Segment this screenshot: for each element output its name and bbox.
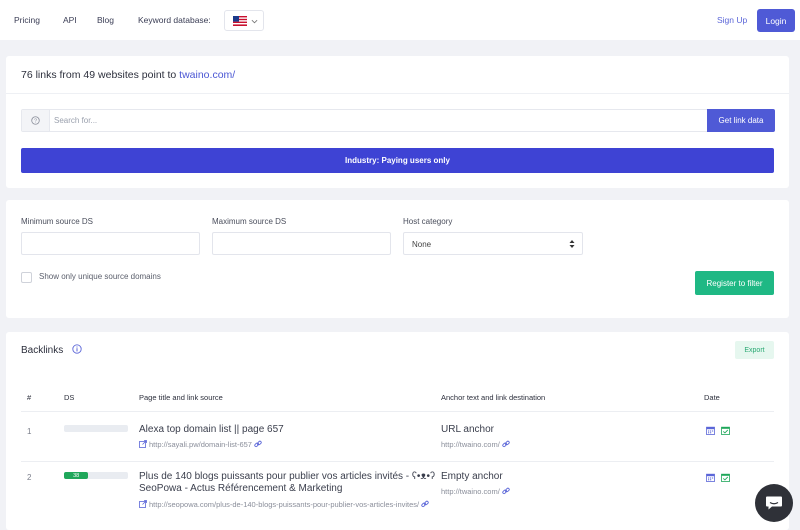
ds-fill: 38: [64, 472, 89, 479]
ds-bar: 38: [64, 472, 128, 479]
link-chain-icon: [502, 440, 510, 448]
source-url: http://sayali.pw/domain-list-657: [149, 440, 252, 449]
us-flag-icon: [233, 16, 247, 26]
unique-domains-label[interactable]: Show only unique source domains: [39, 272, 161, 281]
calendar-icon[interactable]: [706, 473, 715, 482]
help-circle-icon: ?: [31, 116, 40, 125]
host-category-value: None: [412, 240, 432, 249]
page-title-link[interactable]: Plus de 140 blogs puissants pour publier…: [139, 471, 439, 495]
destination-link[interactable]: http://twaino.com/: [441, 487, 510, 496]
row-number: 2: [27, 473, 32, 482]
sign-up-link[interactable]: Sign Up: [717, 15, 747, 25]
min-ds-input[interactable]: [21, 232, 200, 255]
links-summary-text: 76 links from 49 websites point to: [21, 69, 180, 81]
help-icon-box[interactable]: ?: [22, 110, 50, 131]
page-title-link[interactable]: Alexa top domain list || page 657: [139, 424, 439, 436]
get-link-data-button[interactable]: Get link data: [707, 109, 775, 132]
links-summary: 76 links from 49 websites point to twain…: [21, 69, 235, 81]
login-button[interactable]: Login: [757, 9, 795, 32]
row-divider: [21, 461, 774, 462]
source-url: http://seopowa.com/plus-de-140-blogs-pui…: [149, 500, 420, 509]
nav-blog-link[interactable]: Blog: [97, 15, 114, 25]
industry-button[interactable]: Industry: Paying users only: [21, 148, 774, 173]
link-chain-icon: [421, 500, 429, 508]
column-header-page-title: Page title and link source: [139, 393, 223, 402]
source-link[interactable]: http://seopowa.com/plus-de-140-blogs-pui…: [139, 500, 439, 510]
search-input[interactable]: [54, 110, 704, 131]
target-domain-link[interactable]: twaino.com/: [179, 69, 235, 81]
svg-text:?: ?: [34, 118, 37, 124]
column-header-anchor: Anchor text and link destination: [441, 393, 546, 402]
external-link-icon: [139, 440, 147, 448]
column-header-ds: DS: [64, 393, 75, 402]
row-number: 1: [27, 427, 32, 436]
anchor-text: URL anchor: [441, 424, 494, 435]
info-icon[interactable]: [72, 344, 82, 354]
header-divider: [21, 411, 774, 412]
link-chain-icon: [502, 487, 510, 495]
host-category-select[interactable]: None: [403, 232, 583, 255]
destination-link[interactable]: http://twaino.com/: [441, 440, 510, 449]
host-category-label: Host category: [403, 217, 453, 226]
search-card: 76 links from 49 websites point to twain…: [6, 56, 789, 188]
destination-url: http://twaino.com/: [441, 440, 500, 449]
min-ds-label: Minimum source DS: [21, 217, 94, 226]
link-chain-icon: [254, 440, 262, 448]
external-link-icon: [139, 500, 147, 508]
max-ds-input[interactable]: [212, 232, 391, 255]
keyword-database-label: Keyword database:: [138, 15, 211, 25]
sort-arrows-icon: [569, 240, 575, 248]
source-link[interactable]: http://sayali.pw/domain-list-657: [139, 440, 439, 450]
column-header-number: #: [27, 393, 32, 402]
chat-button[interactable]: [755, 484, 793, 522]
backlinks-title: Backlinks: [21, 345, 64, 356]
ds-bar: [64, 425, 128, 432]
chat-icon: [766, 496, 782, 510]
filters-card: Minimum source DS Maximum source DS Host…: [6, 200, 789, 318]
chevron-down-icon: [251, 19, 258, 24]
unique-domains-checkbox[interactable]: [21, 272, 32, 283]
calendar-icon[interactable]: [706, 426, 715, 435]
backlinks-card: Backlinks Export # DS Page title and lin…: [6, 332, 789, 530]
register-to-filter-button[interactable]: Register to filter: [695, 271, 774, 295]
divider: [6, 93, 789, 94]
calendar-check-icon[interactable]: [721, 473, 730, 482]
top-navigation-bar: Pricing API Blog Keyword database: Sign …: [0, 0, 800, 40]
keyword-database-select[interactable]: [224, 10, 264, 31]
nav-api-link[interactable]: API: [63, 15, 77, 25]
column-header-date: Date: [704, 393, 720, 402]
nav-pricing-link[interactable]: Pricing: [14, 15, 40, 25]
anchor-text: Empty anchor: [441, 471, 503, 482]
max-ds-label: Maximum source DS: [212, 217, 287, 226]
destination-url: http://twaino.com/: [441, 487, 500, 496]
search-bar: ? Get link data: [21, 109, 775, 132]
calendar-check-icon[interactable]: [721, 426, 730, 435]
export-button[interactable]: Export: [735, 341, 774, 359]
